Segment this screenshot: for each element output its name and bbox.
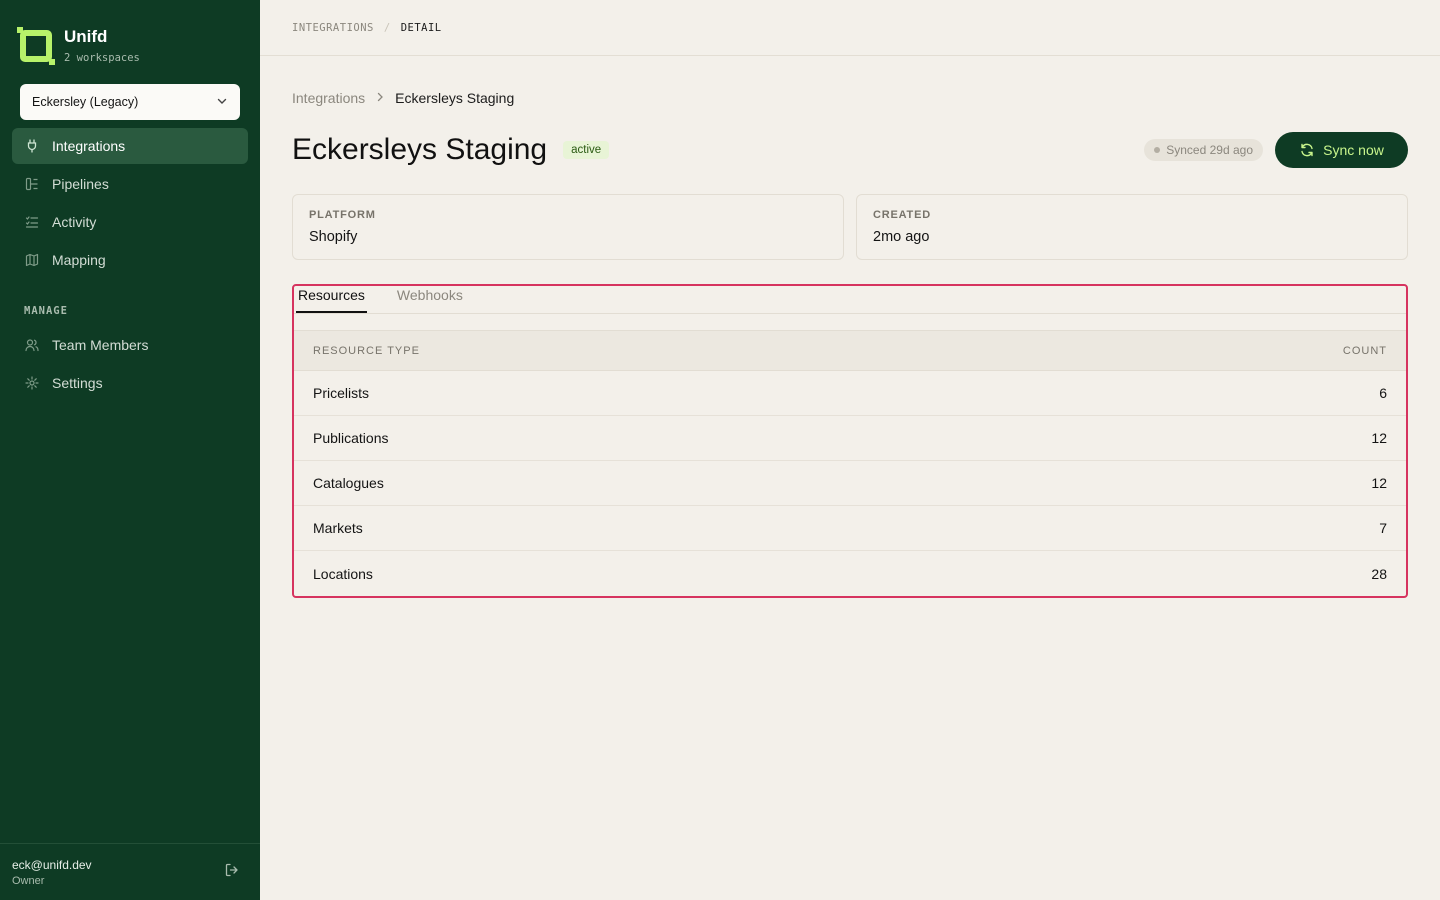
- workspaces-count: 2 workspaces: [64, 52, 140, 64]
- status-badge: active: [563, 141, 610, 159]
- title-row: Eckersleys Staging active Synced 29d ago…: [292, 130, 1408, 170]
- tab-webhooks[interactable]: Webhooks: [395, 286, 465, 313]
- card-value: 2mo ago: [873, 229, 930, 245]
- logo-icon: [17, 27, 55, 65]
- table-header: RESOURCE TYPE COUNT: [294, 331, 1406, 371]
- sidebar-item-mapping[interactable]: Mapping: [12, 242, 248, 278]
- resource-type-cell: Publications: [313, 430, 389, 446]
- brand: Unifd 2 workspaces: [17, 27, 140, 65]
- resources-panel: Resources Webhooks RESOURCE TYPE COUNT P…: [292, 284, 1408, 598]
- top-breadcrumb: INTEGRATIONS / DETAIL: [260, 0, 1440, 56]
- sync-status-badge: Synced 29d ago: [1144, 139, 1263, 161]
- top-crumb-integrations[interactable]: INTEGRATIONS: [292, 22, 374, 34]
- chevron-down-icon: [216, 95, 228, 110]
- tab-bar: Resources Webhooks: [294, 286, 1406, 314]
- sidebar-nav: Integrations Pipelines Activity Mapping: [12, 128, 248, 280]
- map-icon: [24, 252, 40, 268]
- sidebar: Unifd 2 workspaces Eckersley (Legacy) In…: [0, 0, 260, 900]
- resource-type-cell: Locations: [313, 565, 373, 582]
- breadcrumb-current: Eckersleys Staging: [395, 90, 515, 106]
- sidebar-item-settings[interactable]: Settings: [12, 365, 248, 401]
- page-title: Eckersleys Staging: [292, 133, 548, 166]
- breadcrumb-integrations-link[interactable]: Integrations: [292, 90, 365, 106]
- breadcrumb: Integrations Eckersleys Staging: [292, 90, 1408, 106]
- sidebar-item-label: Team Members: [52, 337, 149, 353]
- sync-now-label: Sync now: [1323, 142, 1384, 158]
- table-row[interactable]: Locations 28: [294, 551, 1406, 596]
- sidebar-item-label: Settings: [52, 375, 103, 391]
- pipeline-icon: [24, 176, 40, 192]
- sidebar-item-label: Activity: [52, 214, 97, 230]
- sidebar-item-activity[interactable]: Activity: [12, 204, 248, 240]
- resource-type-cell: Catalogues: [313, 475, 384, 491]
- count-cell: 7: [1379, 520, 1387, 536]
- sidebar-item-pipelines[interactable]: Pipelines: [12, 166, 248, 202]
- count-cell: 12: [1371, 430, 1387, 446]
- resource-type-cell: Pricelists: [313, 385, 370, 401]
- count-cell: 12: [1371, 475, 1387, 491]
- users-icon: [24, 337, 40, 353]
- workspace-select-value: Eckersley (Legacy): [32, 95, 139, 109]
- user-email: eck@unifd.dev: [12, 857, 92, 872]
- count-cell: 6: [1379, 385, 1387, 401]
- platform-card: PLATFORM Shopify: [292, 194, 844, 260]
- sync-status-text: Synced 29d ago: [1166, 143, 1253, 157]
- sidebar-item-integrations[interactable]: Integrations: [12, 128, 248, 164]
- plug-icon: [24, 138, 40, 154]
- table-row[interactable]: Publications 12: [294, 416, 1406, 461]
- resource-type-cell: Markets: [313, 520, 363, 536]
- card-value: Shopify: [309, 229, 358, 245]
- count-cell: 28: [1371, 565, 1387, 582]
- created-card: CREATED 2mo ago: [856, 194, 1408, 260]
- manage-nav: Team Members Settings: [12, 327, 248, 403]
- refresh-icon: [1301, 143, 1313, 157]
- main-content: Integrations Eckersleys Staging Eckersle…: [292, 56, 1408, 598]
- gear-icon: [24, 375, 40, 391]
- sidebar-item-label: Pipelines: [52, 176, 109, 192]
- table-row[interactable]: Catalogues 12: [294, 461, 1406, 506]
- column-header-resource-type[interactable]: RESOURCE TYPE: [313, 345, 420, 357]
- user-role: Owner: [12, 874, 45, 887]
- user-footer: eck@unifd.dev Owner: [0, 843, 260, 900]
- card-label: PLATFORM: [309, 209, 376, 221]
- tab-resources[interactable]: Resources: [296, 286, 367, 313]
- logout-icon[interactable]: [224, 862, 240, 883]
- status-dot-icon: [1154, 147, 1161, 153]
- manage-section-label: MANAGE: [24, 305, 68, 317]
- table-row[interactable]: Pricelists 6: [294, 371, 1406, 416]
- column-header-count[interactable]: COUNT: [1343, 345, 1387, 357]
- sidebar-item-label: Integrations: [52, 138, 126, 154]
- sidebar-item-label: Mapping: [52, 252, 106, 268]
- sidebar-item-team-members[interactable]: Team Members: [12, 327, 248, 363]
- app-name: Unifd: [64, 27, 108, 46]
- sync-now-button[interactable]: Sync now: [1275, 132, 1408, 168]
- card-label: CREATED: [873, 209, 931, 221]
- info-cards: PLATFORM Shopify CREATED 2mo ago: [292, 194, 1408, 260]
- top-crumb-separator: /: [383, 21, 391, 34]
- top-crumb-detail: DETAIL: [400, 21, 442, 34]
- list-check-icon: [24, 214, 40, 230]
- chevron-right-icon: [375, 91, 385, 105]
- workspace-select[interactable]: Eckersley (Legacy): [20, 84, 240, 120]
- resources-table: RESOURCE TYPE COUNT Pricelists 6 Publica…: [294, 330, 1406, 596]
- table-row[interactable]: Markets 7: [294, 506, 1406, 551]
